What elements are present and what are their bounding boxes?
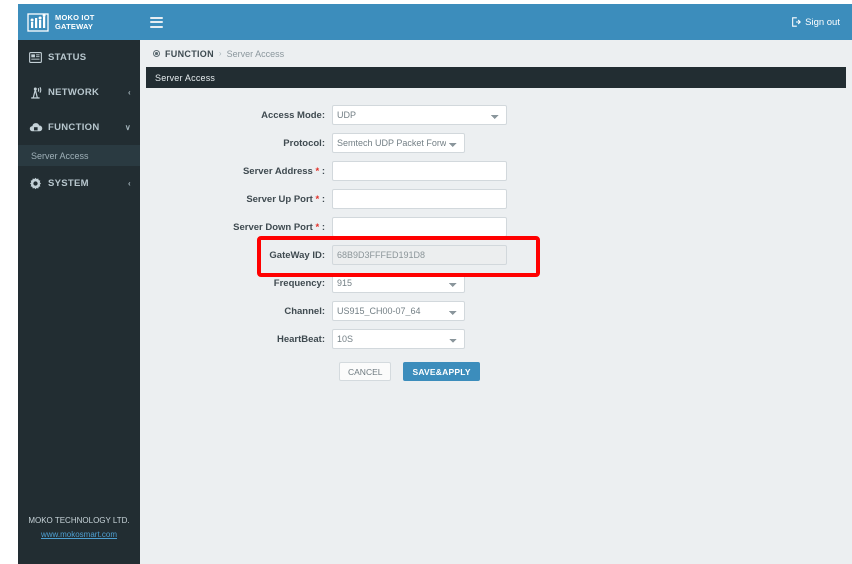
- antenna-tower-icon: [29, 87, 44, 99]
- sign-out-button[interactable]: Sign out: [791, 17, 840, 28]
- sidebar-item-label: FUNCTION: [48, 122, 125, 133]
- frequency-select[interactable]: 915: [332, 273, 465, 293]
- sidebar-item-system[interactable]: SYSTEM ‹: [18, 166, 140, 201]
- logout-icon: [791, 17, 801, 27]
- breadcrumb-current: Server Access: [227, 49, 285, 59]
- cancel-button[interactable]: CANCEL: [339, 362, 391, 381]
- heartbeat-label: HeartBeat:: [140, 334, 332, 345]
- content-area: FUNCTION › Server Access Server Access A…: [140, 40, 852, 564]
- access-mode-select[interactable]: UDP: [332, 105, 507, 125]
- gateway-id-input[interactable]: [332, 245, 507, 265]
- form-row-server-up-port: Server Up Port * :: [140, 189, 852, 209]
- hamburger-icon[interactable]: [150, 17, 163, 28]
- frequency-label: Frequency:: [140, 278, 332, 289]
- required-marker: *: [315, 166, 319, 177]
- sidebar-item-label: STATUS: [48, 52, 131, 63]
- sign-out-label: Sign out: [805, 17, 840, 28]
- server-access-form: Access Mode: UDP Protocol: Semtech UDP P…: [140, 88, 852, 381]
- required-marker: *: [315, 194, 319, 205]
- cloud-icon: [29, 122, 44, 133]
- save-apply-button[interactable]: SAVE&APPLY: [403, 362, 479, 381]
- server-address-label: Server Address * :: [140, 166, 332, 177]
- form-row-gateway-id: GateWay ID:: [140, 245, 852, 265]
- protocol-select[interactable]: Semtech UDP Packet Forward: [332, 133, 465, 153]
- required-marker: *: [315, 222, 319, 233]
- form-row-server-down-port: Server Down Port * :: [140, 217, 852, 237]
- breadcrumb: FUNCTION › Server Access: [140, 40, 852, 67]
- form-row-protocol: Protocol: Semtech UDP Packet Forward: [140, 133, 852, 153]
- server-up-port-input[interactable]: [332, 189, 507, 209]
- sidebar-subitem-label: Server Access: [31, 151, 89, 161]
- form-actions: CANCEL SAVE&APPLY: [140, 362, 852, 381]
- access-mode-label: Access Mode:: [140, 110, 332, 121]
- website-link[interactable]: www.mokosmart.com: [41, 530, 117, 539]
- sidebar-item-function[interactable]: FUNCTION ∨: [18, 110, 140, 145]
- brand-logo[interactable]: MOKO IOTGATEWAY: [18, 4, 140, 40]
- protocol-label: Protocol:: [140, 138, 332, 149]
- form-row-server-address: Server Address * :: [140, 161, 852, 181]
- server-address-input[interactable]: [332, 161, 507, 181]
- server-down-port-label: Server Down Port * :: [140, 222, 332, 233]
- sidebar: STATUS NETWORK ‹: [18, 40, 140, 564]
- gear-icon: [29, 177, 44, 190]
- gateway-id-label: GateWay ID:: [140, 250, 332, 261]
- server-up-port-label: Server Up Port * :: [140, 194, 332, 205]
- form-row-frequency: Frequency: 915: [140, 273, 852, 293]
- company-name: MOKO TECHNOLOGY LTD.: [18, 514, 140, 528]
- chevron-left-icon: ‹: [128, 89, 131, 97]
- sidebar-subitem-server-access[interactable]: Server Access: [18, 145, 140, 166]
- brand-line-1: MOKO IOT: [55, 13, 95, 22]
- sidebar-footer: MOKO TECHNOLOGY LTD. www.mokosmart.com: [18, 514, 140, 542]
- panel-title: Server Access: [146, 67, 846, 88]
- brand-line-2: GATEWAY: [55, 22, 93, 31]
- sidebar-item-label: NETWORK: [48, 87, 128, 98]
- chevron-left-icon: ‹: [128, 180, 131, 188]
- page-frame: MOKO IOTGATEWAY Sign out: [18, 4, 852, 564]
- form-row-heartbeat: HeartBeat: 10S: [140, 329, 852, 349]
- sidebar-item-network[interactable]: NETWORK ‹: [18, 75, 140, 110]
- breadcrumb-separator: ›: [219, 49, 222, 58]
- dot-icon: [153, 50, 160, 57]
- top-navbar: Sign out: [140, 4, 852, 40]
- channel-select[interactable]: US915_CH00-07_64: [332, 301, 465, 321]
- form-row-channel: Channel: US915_CH00-07_64: [140, 301, 852, 321]
- app-root: MOKO IOTGATEWAY Sign out: [0, 0, 852, 564]
- heartbeat-select[interactable]: 10S: [332, 329, 465, 349]
- channel-label: Channel:: [140, 306, 332, 317]
- brand-name: MOKO IOTGATEWAY: [55, 13, 95, 31]
- chevron-down-icon: ∨: [125, 124, 131, 132]
- breadcrumb-root[interactable]: FUNCTION: [165, 49, 214, 59]
- form-row-access-mode: Access Mode: UDP: [140, 105, 852, 125]
- monitor-icon: [29, 52, 44, 63]
- signal-bars-icon: [27, 12, 49, 32]
- server-down-port-input[interactable]: [332, 217, 507, 237]
- sidebar-item-status[interactable]: STATUS: [18, 40, 140, 75]
- sidebar-item-label: SYSTEM: [48, 178, 128, 189]
